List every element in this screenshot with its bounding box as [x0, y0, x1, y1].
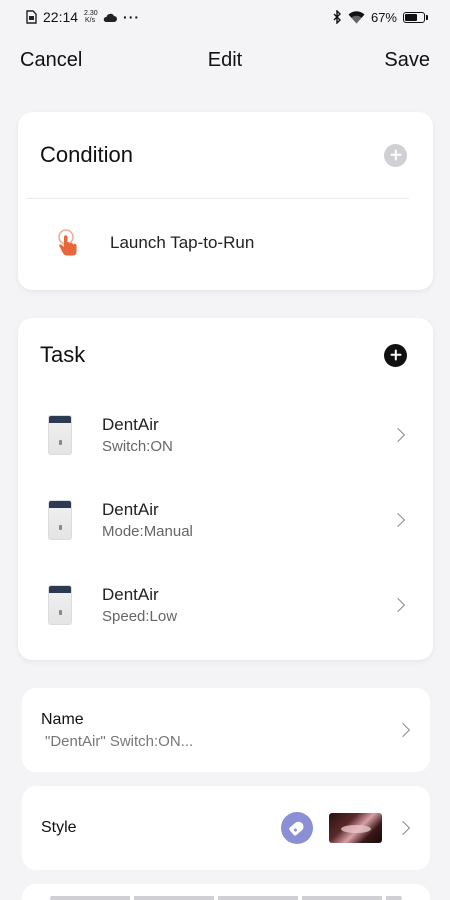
condition-item[interactable]: Launch Tap-to-Run — [18, 199, 433, 287]
wifi-icon — [348, 10, 365, 23]
nav-bar: Cancel Edit Save — [0, 34, 450, 86]
chevron-right-icon — [395, 820, 411, 836]
task-card: Task DentAir Switch:ON DentAir Mode:Manu… — [18, 318, 433, 660]
cloud-icon — [103, 13, 118, 22]
battery-icon — [403, 11, 428, 23]
chevron-right-icon — [390, 427, 406, 442]
task-action: Switch:ON — [102, 437, 173, 455]
add-task-icon[interactable] — [384, 343, 407, 367]
battery-percent: 67% — [370, 9, 397, 25]
tap-hand-icon — [58, 229, 77, 256]
task-device-name: DentAir — [102, 414, 159, 434]
style-thumbnail — [329, 813, 382, 843]
chevron-right-icon — [395, 722, 411, 738]
condition-title: Condition — [40, 142, 133, 167]
condition-item-label: Launch Tap-to-Run — [110, 233, 255, 252]
task-title: Task — [40, 342, 86, 367]
air-purifier-icon — [48, 499, 72, 540]
task-device-name: DentAir — [102, 499, 159, 519]
name-value: "DentAir" Switch:ON... — [45, 732, 194, 750]
name-row[interactable]: Name "DentAir" Switch:ON... — [22, 688, 430, 772]
condition-card: Condition Launch Tap-to-Run — [18, 112, 433, 290]
tag-icon — [281, 812, 313, 844]
add-condition-icon[interactable] — [384, 143, 407, 167]
air-purifier-icon — [48, 414, 72, 455]
cancel-button[interactable]: Cancel — [20, 49, 82, 72]
sim-icon — [26, 10, 37, 24]
network-speed: 2.30 K/s — [84, 10, 98, 24]
task-device-name: DentAir — [102, 584, 159, 604]
status-bar: 22:14 2.30 K/s ··· 67% — [0, 0, 450, 34]
bluetooth-icon — [333, 10, 341, 24]
chevron-right-icon — [390, 512, 406, 527]
task-item[interactable]: DentAir Speed:Low — [18, 562, 433, 647]
name-label: Name — [41, 710, 84, 728]
next-section-card — [22, 884, 430, 900]
task-action: Speed:Low — [102, 607, 178, 625]
status-time: 22:14 — [43, 9, 79, 25]
style-label: Style — [41, 819, 77, 836]
task-item[interactable]: DentAir Switch:ON — [18, 392, 433, 477]
more-notifications: ··· — [123, 9, 141, 25]
save-button[interactable]: Save — [384, 49, 430, 72]
task-action: Mode:Manual — [102, 522, 193, 540]
style-row[interactable]: Style — [22, 786, 430, 870]
task-item[interactable]: DentAir Mode:Manual — [18, 477, 433, 562]
color-options-strip — [50, 896, 402, 900]
air-purifier-icon — [48, 584, 72, 625]
chevron-right-icon — [390, 597, 406, 612]
